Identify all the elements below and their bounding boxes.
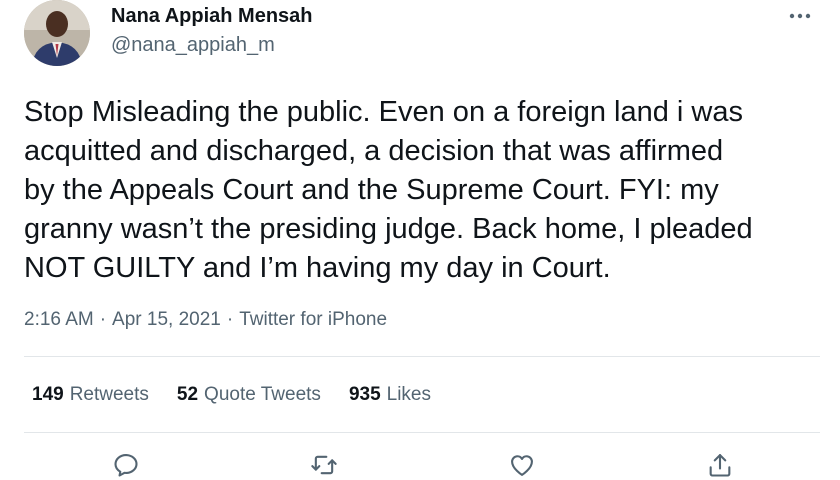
meta-separator: ·: [226, 309, 234, 330]
reply-icon: [114, 454, 138, 477]
author-name[interactable]: Nana Appiah Mensah: [111, 5, 313, 28]
likes-count: 935: [348, 384, 381, 405]
retweet-button[interactable]: [308, 450, 340, 480]
tweet-card: Nana Appiah Mensah @nana_appiah_m Stop M…: [0, 0, 840, 480]
author-handle[interactable]: @nana_appiah_m: [111, 34, 275, 57]
share-icon: [709, 454, 731, 477]
like-icon: [511, 455, 533, 476]
tweet-text: Stop Misleading the public. Even on a fo…: [24, 96, 753, 284]
likes-label: Likes: [386, 384, 431, 405]
tweet-source[interactable]: Twitter for iPhone: [239, 309, 387, 330]
action-bar: [0, 450, 840, 480]
reply-button[interactable]: [110, 450, 142, 480]
quote-tweets-count: 52: [176, 384, 199, 405]
retweets-stat[interactable]: 149 Retweets: [32, 384, 149, 406]
divider: [24, 432, 820, 433]
avatar[interactable]: [24, 0, 90, 66]
likes-stat[interactable]: 935 Likes: [349, 384, 431, 406]
divider: [24, 356, 820, 357]
more-horizontal-icon: [789, 13, 811, 19]
retweets-count: 149: [32, 384, 64, 405]
tweet-stats: 149 Retweets 52 Quote Tweets 935 Likes: [32, 384, 459, 406]
retweet-icon: [311, 455, 337, 475]
quote-tweets-label: Quote Tweets: [204, 384, 321, 405]
like-button[interactable]: [506, 450, 538, 480]
avatar-image: [24, 0, 90, 66]
tweet-date[interactable]: Apr 15, 2021: [112, 309, 221, 330]
retweets-label: Retweets: [69, 384, 149, 405]
share-button[interactable]: [704, 450, 736, 480]
quote-tweets-stat[interactable]: 52 Quote Tweets: [177, 384, 321, 406]
tweet-time[interactable]: 2:16 AM: [24, 309, 94, 330]
meta-separator: ·: [99, 309, 107, 330]
tweet-metadata: 2:16 AM · Apr 15, 2021 · Twitter for iPhone: [24, 309, 387, 331]
more-options-button[interactable]: [780, 2, 820, 30]
